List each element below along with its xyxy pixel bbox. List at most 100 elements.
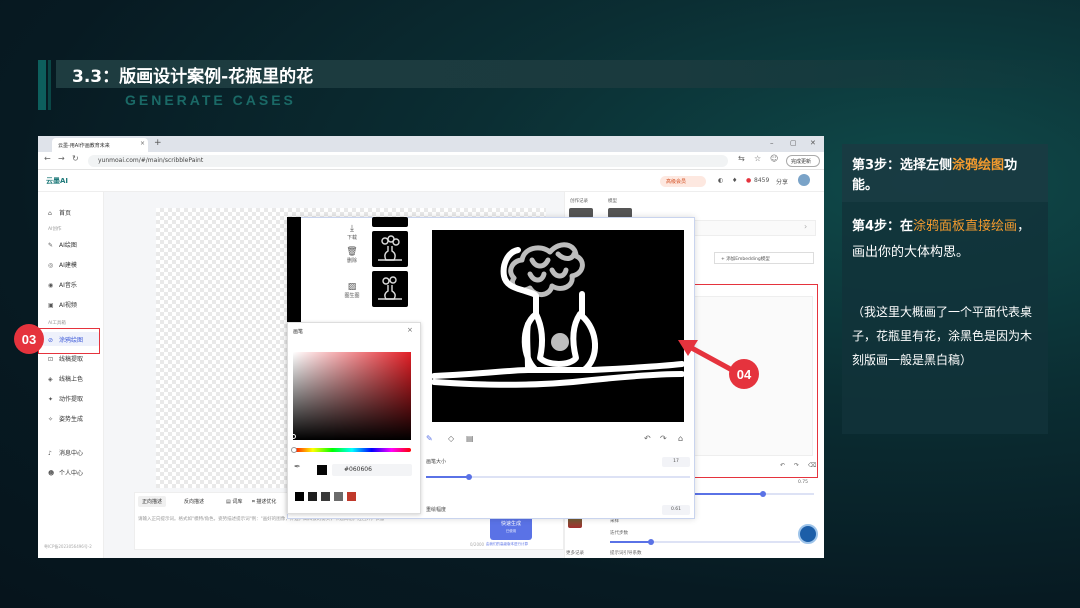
app-logo[interactable]: 云墨AI	[46, 176, 68, 186]
forward-icon[interactable]: →	[58, 154, 65, 163]
sidebar-item-home[interactable]: ⌂ 首页	[48, 208, 71, 217]
trash-icon[interactable]: ⌫	[808, 462, 816, 469]
layers-icon[interactable]: ▤	[466, 434, 474, 443]
points-count: 8459	[754, 177, 770, 184]
preset-swatch-5[interactable]	[347, 492, 356, 501]
brush-size-fill	[426, 476, 468, 478]
tab-negative-prompt[interactable]: 反向描述	[180, 496, 208, 507]
step-3-text: 第3步：选择左侧涂鸦绘图功能。	[852, 158, 1018, 193]
share-button[interactable]: 分享	[776, 177, 788, 186]
chevron-right-icon[interactable]: ›	[804, 222, 807, 231]
theme-moon-icon[interactable]: ◐	[718, 177, 723, 184]
translate-icon[interactable]: ⇆	[738, 154, 745, 163]
notification-icon[interactable]: ♦	[732, 177, 737, 184]
model-label: 模型	[608, 199, 617, 204]
redo-icon[interactable]: ↷	[794, 462, 799, 469]
generate-hint: 由我们的高级版本进行计算	[486, 542, 528, 546]
browser-tab[interactable]: 云墨-用AI作画教育未来	[52, 138, 148, 152]
color-cursor[interactable]	[291, 434, 296, 439]
modal-undo-icon[interactable]: ↶	[644, 434, 651, 443]
brush-size-label: 画笔大小	[426, 459, 447, 465]
sidebar-item-colorize[interactable]: ◈ 线稿上色	[48, 374, 83, 383]
update-button[interactable]: 完成更新	[786, 155, 820, 167]
sidebar-item-ai-music[interactable]: ◉ AI音乐	[48, 280, 77, 289]
paint-bucket-icon: ◈	[48, 376, 53, 383]
sidebar-item-messages[interactable]: ♪ 消息中心	[48, 448, 83, 457]
close-window-icon[interactable]: ✕	[810, 139, 816, 147]
sketch-thumb[interactable]	[372, 271, 408, 307]
close-icon[interactable]: ×	[407, 326, 413, 334]
guidance-label: 提示词引导系数	[610, 551, 642, 556]
brush-tool-icon[interactable]: ✎	[426, 434, 433, 443]
home-icon: ⌂	[48, 210, 52, 217]
brush-icon: ✎	[48, 242, 54, 249]
slider-value: 0.75	[798, 480, 809, 485]
modal-clear-icon[interactable]: ⌂	[678, 434, 683, 443]
preset-swatch-3[interactable]	[321, 492, 330, 501]
hue-slider[interactable]	[293, 448, 411, 452]
tab-word-library[interactable]: ▤ 词库	[222, 496, 246, 507]
download-tool[interactable]: ⤓ 下载	[335, 224, 369, 241]
sidebar-item-ai-draw[interactable]: ✎ AI绘图	[48, 240, 77, 249]
redraw-label: 重绘幅度	[426, 507, 447, 513]
brush-size-value[interactable]: 17	[662, 457, 690, 467]
explanation-note: （我这里大概画了一个平面代表桌子，花瓶里有花，涂黑色是因为木刻版画一般是黑白稿）	[852, 305, 1033, 367]
undo-icon[interactable]: ↶	[780, 462, 785, 469]
account-icon[interactable]: ☺	[770, 154, 778, 163]
generate-button[interactable]: 快速生成 已使用	[490, 516, 532, 540]
eyedropper-icon[interactable]: ✒	[294, 462, 301, 471]
avatar[interactable]	[798, 174, 810, 186]
sidebar-item-ai-model[interactable]: ◎ AI建模	[48, 260, 77, 269]
records-label: 创作记录	[570, 199, 588, 204]
url-input[interactable]: yunmoai.com/#/main/scribblePaint	[88, 155, 728, 167]
assistant-robot-icon[interactable]	[798, 524, 818, 544]
sidebar-item-lineart[interactable]: ⊡ 线稿提取	[48, 354, 83, 363]
trash-icon: 🗑︎	[346, 247, 358, 257]
maximize-icon[interactable]: ▢	[790, 139, 797, 147]
bell-icon: ♪	[48, 450, 52, 457]
bookmark-star-icon[interactable]: ☆	[754, 154, 761, 163]
tab-close-icon[interactable]: ×	[140, 140, 145, 147]
preset-swatch-4[interactable]	[334, 492, 343, 501]
tab-positive-prompt[interactable]: 正向描述	[138, 496, 167, 507]
tab-prompt-optimize[interactable]: ⌗ 描述优化	[248, 496, 280, 507]
delete-tool[interactable]: 🗑︎ 删除	[335, 247, 369, 264]
slide-title: 3.3：版画设计案例-花瓶里的花	[72, 67, 314, 87]
redraw-value[interactable]: 0.61	[662, 505, 690, 515]
minimize-icon[interactable]: –	[770, 139, 774, 147]
cube-icon: ◎	[48, 262, 54, 269]
image-icon: ▨	[347, 282, 357, 292]
points-icon: ●	[746, 177, 752, 184]
saturation-value-area[interactable]	[293, 352, 411, 440]
slider-handle[interactable]	[760, 491, 766, 497]
back-icon[interactable]: ←	[44, 154, 51, 163]
sketch-thumb[interactable]	[372, 231, 408, 267]
eraser-icon[interactable]: ◇	[448, 434, 454, 443]
hue-handle[interactable]	[291, 447, 297, 453]
modal-redo-icon[interactable]: ↷	[660, 434, 667, 443]
sidebar-item-ai-video[interactable]: ▣ AI视频	[48, 300, 77, 309]
user-icon: ☻	[48, 470, 55, 477]
new-tab-icon[interactable]: +	[154, 138, 162, 148]
hex-input[interactable]: #060606	[332, 464, 412, 476]
sidebar-group-create: AI创作	[48, 227, 62, 232]
icp-footer: 粤ICP备2023056496号-2	[44, 544, 92, 549]
scribble-canvas[interactable]	[431, 230, 685, 422]
img2img-tool[interactable]: ▨ 图生图	[335, 282, 369, 299]
brush-size-handle[interactable]	[466, 474, 472, 480]
highlight-box-scribble	[38, 328, 100, 354]
sketch-thumbnails	[372, 217, 412, 327]
add-embedding-button[interactable]: + 添加Embedding模型	[714, 252, 814, 264]
steps-slider-handle[interactable]	[648, 539, 654, 545]
vip-button[interactable]: 高级会员	[660, 176, 706, 187]
app-header	[38, 170, 824, 192]
sketch-thumb[interactable]	[372, 217, 408, 227]
more-records-label[interactable]: 更多记录	[566, 550, 584, 556]
sidebar-item-motion[interactable]: ✦ 动作提取	[48, 394, 83, 403]
preset-swatch-2[interactable]	[308, 492, 317, 501]
sidebar-item-pose[interactable]: ✧ 姿势生成	[48, 414, 83, 423]
video-icon: ▣	[48, 302, 54, 309]
sidebar-item-profile[interactable]: ☻ 个人中心	[48, 468, 83, 477]
reload-icon[interactable]: ↻	[72, 154, 79, 163]
preset-swatch-1[interactable]	[295, 492, 304, 501]
